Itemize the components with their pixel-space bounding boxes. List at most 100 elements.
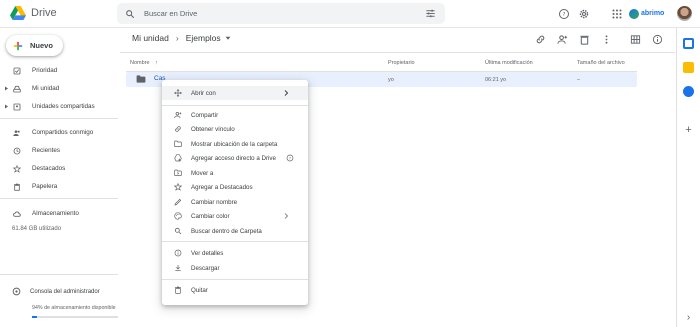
add-addon-icon[interactable]: + (683, 125, 694, 136)
search-icon (174, 227, 182, 235)
expand-caret-icon[interactable] (4, 86, 9, 91)
sidebar-item-label: Compartidos conmigo (32, 129, 94, 136)
help-icon[interactable]: ? (286, 154, 294, 162)
sidebar-item-recientes[interactable]: Recientes (0, 144, 118, 157)
menu-item-label: Descargar (191, 264, 220, 272)
storage-bar-fill (32, 316, 38, 318)
calendar-icon[interactable] (683, 38, 694, 49)
chevron-down-icon[interactable] (225, 35, 231, 41)
context-menu: Abrir con Compartir Obtener vínculo Most… (162, 80, 308, 305)
collapse-panel-icon[interactable]: › (683, 312, 694, 323)
shared-drives-icon (13, 103, 21, 110)
menu-item-ver-detalles[interactable]: Ver detalles (162, 246, 308, 260)
menu-item-mover-a[interactable]: Mover a (162, 166, 308, 180)
checkbox-icon (13, 67, 21, 74)
menu-item-agregar-destacados[interactable]: Agregar a Destacados (162, 180, 308, 194)
search-input[interactable]: Buscar en Drive (144, 9, 197, 18)
sidebar-item-label: Prioridad (32, 67, 58, 74)
sidebar-divider (0, 274, 118, 275)
drive-logo[interactable]: Drive (10, 6, 57, 20)
keep-icon[interactable] (683, 62, 694, 73)
sidebar-item-label: Almacenamiento (32, 210, 79, 217)
info-icon (174, 249, 182, 257)
settings-gear-icon[interactable] (578, 8, 590, 20)
people-icon (13, 129, 20, 136)
menu-item-label: Abrir con (191, 89, 216, 97)
download-icon (175, 265, 181, 272)
menu-item-quitar[interactable]: Quitar (162, 283, 308, 297)
trash-icon[interactable] (579, 34, 590, 45)
sidebar-item-almacenamiento[interactable]: Almacenamiento (0, 207, 118, 220)
menu-separator (162, 241, 308, 242)
column-header-size[interactable]: Tamaño del archivo (577, 60, 625, 66)
account-avatar[interactable] (677, 6, 692, 21)
menu-item-mostrar-ubicacion[interactable]: Mostrar ubicación de la carpeta (162, 137, 308, 151)
new-button-label: Nuevo (30, 41, 53, 50)
sidebar-item-label: Destacados (32, 165, 66, 172)
help-icon[interactable]: ? (558, 8, 570, 20)
sidebar-item-destacados[interactable]: Destacados (0, 162, 118, 175)
sidebar-item-prioridad[interactable]: Prioridad (0, 64, 118, 77)
palette-icon (174, 212, 182, 220)
expand-caret-icon[interactable] (4, 104, 9, 109)
folder-icon (174, 140, 182, 148)
menu-item-label: Agregar acceso directo a Drive (191, 154, 276, 162)
column-header-modified[interactable]: Última modificación (485, 60, 533, 66)
search-icon[interactable] (125, 9, 135, 19)
menu-item-agregar-acceso-directo[interactable]: Agregar acceso directo a Drive ? (162, 151, 308, 165)
menu-item-abrir-con[interactable]: Abrir con (162, 86, 308, 100)
sidebar-divider (0, 198, 118, 199)
new-button[interactable]: Nuevo (6, 35, 63, 56)
person-add-icon[interactable] (557, 34, 568, 45)
search-bar[interactable]: Buscar en Drive (117, 3, 445, 24)
breadcrumb: Mi unidad › Ejemplos (132, 33, 231, 43)
menu-item-compartir[interactable]: Compartir (162, 108, 308, 122)
pencil-icon (174, 198, 182, 206)
menu-item-cambiar-nombre[interactable]: Cambiar nombre (162, 195, 308, 209)
grid-view-icon[interactable] (630, 34, 641, 45)
star-icon (174, 183, 182, 191)
menu-item-cambiar-color[interactable]: Cambiar color (162, 209, 308, 223)
sidebar-item-label: Mi unidad (32, 85, 60, 92)
chevron-right-icon (284, 213, 289, 219)
cloud-icon (13, 211, 21, 217)
sidebar-divider (0, 118, 118, 119)
more-vert-icon[interactable] (601, 34, 612, 45)
menu-item-obtener-vinculo[interactable]: Obtener vínculo (162, 122, 308, 136)
file-owner: yo (388, 77, 394, 83)
storage-used-text: 61.84 GB utilizado (12, 226, 62, 232)
menu-item-label: Cambiar nombre (191, 198, 238, 206)
sidebar-item-papelera[interactable]: Papelera (0, 180, 118, 193)
shortcut-icon (174, 154, 182, 162)
svg-text:?: ? (289, 156, 291, 160)
link-icon (175, 126, 181, 132)
sidebar-item-unidades-compartidas[interactable]: Unidades compartidas (0, 100, 118, 113)
tasks-icon[interactable] (683, 86, 694, 97)
search-options-icon[interactable] (425, 8, 436, 19)
organization-logo[interactable]: abrimo (629, 6, 673, 21)
file-modified: 06:21 yo (485, 77, 507, 83)
sidebar-item-compartidos-conmigo[interactable]: Compartidos conmigo (0, 126, 118, 139)
breadcrumb-root[interactable]: Mi unidad (132, 33, 169, 43)
sidebar-item-label: Papelera (32, 183, 58, 190)
side-panel-rail: + › (676, 28, 700, 327)
breadcrumb-current[interactable]: Ejemplos (186, 33, 221, 43)
plus-icon (13, 41, 23, 50)
menu-item-buscar-dentro[interactable]: Buscar dentro de Carpeta (162, 224, 308, 238)
sidebar-item-mi-unidad[interactable]: Mi unidad (0, 82, 118, 95)
column-header-owner[interactable]: Propietario (388, 60, 415, 66)
info-icon[interactable] (652, 34, 663, 45)
menu-item-label: Ver detalles (191, 249, 224, 257)
link-icon[interactable] (535, 34, 546, 45)
admin-console-link[interactable]: Consola del administrador (12, 287, 100, 296)
trash-icon (175, 286, 181, 294)
drive-icon (13, 85, 21, 92)
menu-item-label: Agregar a Destacados (191, 183, 253, 191)
sort-arrow-up-icon[interactable]: ↑ (155, 60, 158, 66)
column-header-name[interactable]: Nombre ↑ (130, 60, 158, 66)
menu-item-label: Quitar (191, 286, 208, 294)
menu-separator (162, 105, 308, 106)
apps-grid-icon[interactable] (611, 8, 623, 20)
menu-item-descargar[interactable]: Descargar (162, 261, 308, 275)
app-name: Drive (31, 7, 57, 19)
